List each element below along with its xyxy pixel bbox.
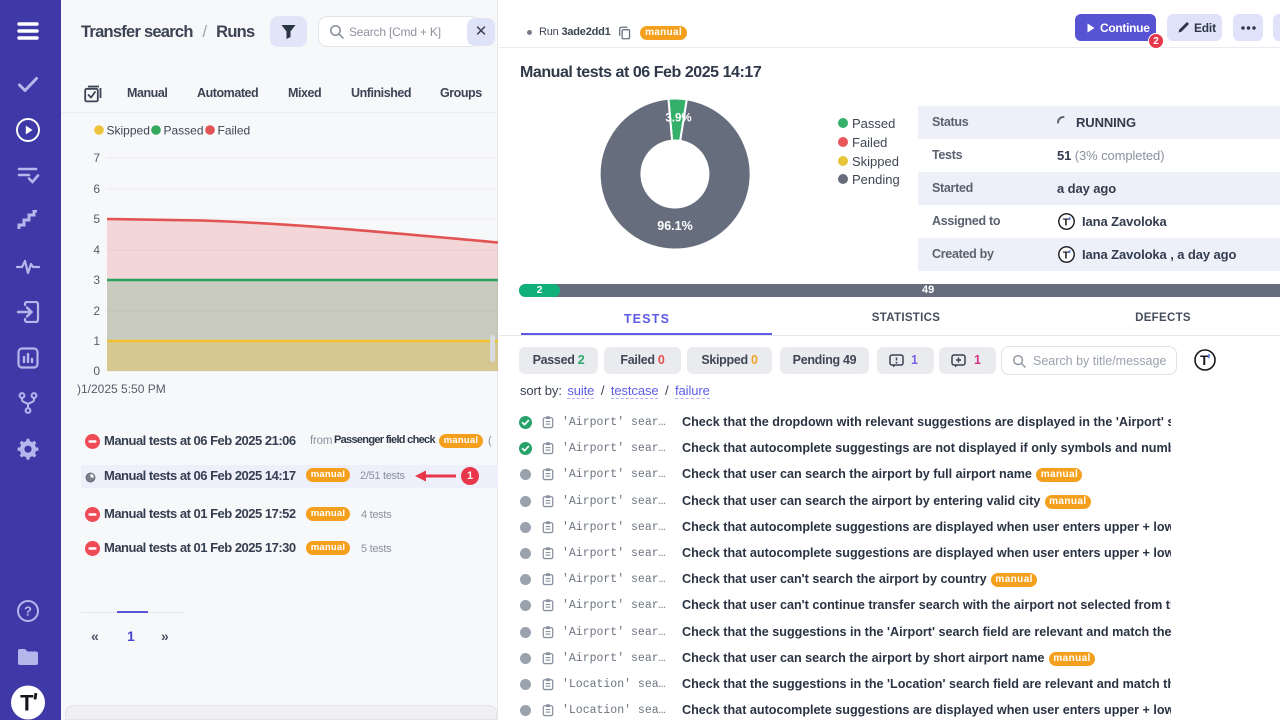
svg-text:T: T [1200,353,1209,368]
svg-text:)1/2025 5:50 PM: )1/2025 5:50 PM [77,382,166,396]
svg-text:T: T [20,691,34,716]
svg-text:1: 1 [93,334,100,348]
svg-text:?: ? [24,604,32,619]
svg-text:T: T [1063,250,1070,262]
svg-text:6: 6 [93,182,100,196]
svg-text:3: 3 [93,273,100,287]
svg-text:Passed: Passed [164,124,204,138]
svg-text:3.9%: 3.9% [665,113,691,125]
svg-text:T: T [1063,217,1070,229]
svg-text:Skipped: Skipped [107,124,150,138]
svg-text:0: 0 [93,364,100,378]
svg-text:4: 4 [93,243,100,257]
svg-text:5: 5 [93,212,100,226]
svg-text:Failed: Failed [218,124,251,138]
svg-text:96.1%: 96.1% [657,219,692,233]
svg-text:7: 7 [93,151,100,165]
svg-text:2: 2 [93,304,100,318]
